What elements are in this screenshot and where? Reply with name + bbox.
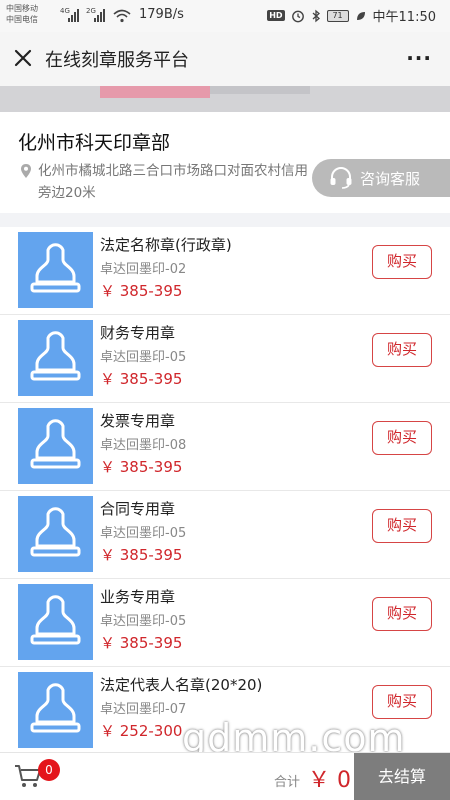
total-amount: ￥ 0 (308, 768, 351, 793)
bottom-bar: 0 合计 ￥ 0 去结算 (0, 752, 450, 800)
product-name: 发票专用章 (100, 412, 176, 430)
product-price: ￥ 385-395 (100, 634, 183, 652)
product-item[interactable]: 法定名称章(行政章) 卓达回墨印-02 ￥ 385-395 购买 (0, 227, 450, 315)
product-item[interactable]: 业务专用章 卓达回墨印-05 ￥ 385-395 购买 (0, 579, 450, 667)
stamp-icon (30, 419, 81, 469)
leaf-icon (356, 11, 365, 20)
stamp-icon (30, 683, 81, 733)
hd-icon: HD (267, 10, 285, 21)
banner-decoration (100, 86, 210, 98)
product-price: ￥ 385-395 (100, 370, 183, 388)
shop-name: 化州市科天印章部 (18, 132, 171, 154)
total-label: 合计 (274, 775, 301, 790)
product-price: ￥ 385-395 (100, 458, 183, 476)
page-title: 在线刻章服务平台 (45, 50, 189, 71)
product-name: 财务专用章 (100, 324, 176, 342)
checkout-button[interactable]: 去结算 (354, 753, 450, 800)
product-thumbnail (18, 672, 93, 748)
buy-button[interactable]: 购买 (372, 685, 432, 719)
product-price: ￥ 385-395 (100, 282, 183, 300)
location-pin-icon (21, 164, 31, 178)
status-right: HD 71 中午11:50 (267, 6, 436, 25)
battery-icon: 71 (326, 9, 349, 22)
buy-button[interactable]: 购买 (372, 421, 432, 455)
product-model: 卓达回墨印-05 (100, 614, 187, 629)
product-model: 卓达回墨印-07 (100, 702, 187, 717)
shop-address-line2: 旁边20米 (38, 185, 96, 201)
consult-label: 咨询客服 (360, 169, 421, 188)
product-thumbnail (18, 584, 93, 660)
clock: 中午11:50 (372, 10, 436, 25)
stamp-icon (30, 595, 81, 645)
title-bar: 在线刻章服务平台 ··· (0, 32, 450, 86)
product-model: 卓达回墨印-05 (100, 350, 187, 365)
shop-address: 化州市橘城北路三合口市场路口对面农村信用 (38, 163, 308, 179)
carrier-2: 中国电信 (6, 15, 38, 24)
stamp-icon (30, 243, 81, 293)
product-thumbnail (18, 320, 93, 396)
banner-decoration-2 (210, 86, 310, 94)
alarm-icon (291, 10, 304, 22)
product-price: ￥ 252-300 (100, 722, 183, 740)
product-thumbnail (18, 496, 93, 572)
product-model: 卓达回墨印-08 (100, 438, 187, 453)
cart-count-badge: 0 (38, 759, 60, 781)
product-name: 法定名称章(行政章) (100, 236, 232, 254)
more-icon[interactable]: ··· (406, 46, 432, 70)
product-name: 合同专用章 (100, 500, 176, 518)
product-model: 卓达回墨印-05 (100, 526, 187, 541)
stamp-icon (30, 507, 81, 557)
close-icon[interactable] (12, 47, 34, 69)
buy-button[interactable]: 购买 (372, 597, 432, 631)
buy-button[interactable]: 购买 (372, 509, 432, 543)
status-bar: 中国移动 中国电信 4G 2G 179B/s HD 71 中午11:50 (0, 0, 450, 32)
consult-service-button[interactable]: 咨询客服 (312, 159, 450, 197)
product-item[interactable]: 财务专用章 卓达回墨印-05 ￥ 385-395 购买 (0, 315, 450, 403)
carrier-info: 中国移动 中国电信 (6, 3, 38, 25)
stamp-icon (30, 331, 81, 381)
headset-icon (330, 167, 352, 189)
signal-icon-2 (94, 8, 105, 22)
bluetooth-icon (312, 9, 320, 22)
wifi-icon (113, 9, 131, 23)
product-item[interactable]: 发票专用章 卓达回墨印-08 ￥ 385-395 购买 (0, 403, 450, 491)
buy-button[interactable]: 购买 (372, 245, 432, 279)
carrier-1: 中国移动 (6, 4, 38, 13)
product-price: ￥ 385-395 (100, 546, 183, 564)
section-divider (0, 213, 450, 227)
signal-icon-1 (68, 8, 79, 22)
product-thumbnail (18, 408, 93, 484)
network-speed: 179B/s (139, 7, 184, 22)
product-thumbnail (18, 232, 93, 308)
product-model: 卓达回墨印-02 (100, 262, 187, 277)
product-item[interactable]: 合同专用章 卓达回墨印-05 ￥ 385-395 购买 (0, 491, 450, 579)
buy-button[interactable]: 购买 (372, 333, 432, 367)
product-name: 法定代表人名章(20*20) (100, 676, 263, 694)
product-name: 业务专用章 (100, 588, 176, 606)
